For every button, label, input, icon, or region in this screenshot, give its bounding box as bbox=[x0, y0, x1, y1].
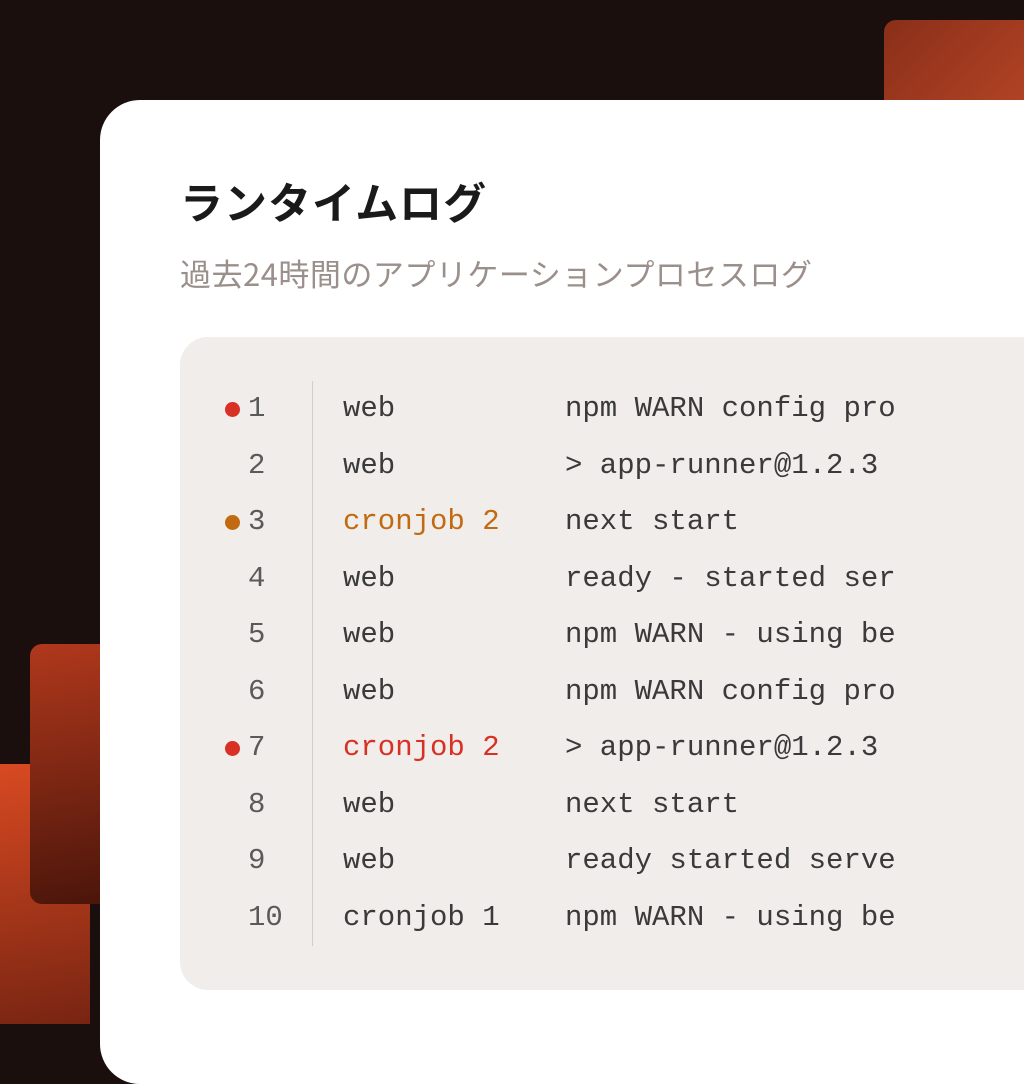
column-divider bbox=[312, 551, 313, 608]
column-divider bbox=[312, 438, 313, 495]
log-source: web bbox=[343, 551, 565, 608]
column-divider bbox=[312, 890, 313, 947]
page-subtitle: 過去24時間のアプリケーションプロセスログ bbox=[180, 250, 1024, 295]
log-card: ランタイムログ 過去24時間のアプリケーションプロセスログ 1webnpm WA… bbox=[100, 100, 1024, 1084]
log-message: npm WARN config pro bbox=[565, 381, 896, 438]
log-message: npm WARN config pro bbox=[565, 664, 896, 721]
log-row[interactable]: 5 webnpm WARN - using be bbox=[216, 607, 1024, 664]
log-source: web bbox=[343, 664, 565, 721]
line-number: 7 bbox=[248, 720, 312, 777]
log-row[interactable]: 1 webnpm WARN config pro bbox=[216, 381, 1024, 438]
log-panel: 1webnpm WARN config pro2web> app-runner@… bbox=[180, 337, 1024, 990]
log-source: web bbox=[343, 607, 565, 664]
log-message: next start bbox=[565, 494, 739, 551]
column-divider bbox=[312, 607, 313, 664]
log-row[interactable]: 2 web> app-runner@1.2.3 bbox=[216, 438, 1024, 495]
log-source: cronjob 1 bbox=[343, 890, 565, 947]
log-source: cronjob 2 bbox=[343, 720, 565, 777]
log-row[interactable]: 4 webready - started ser bbox=[216, 551, 1024, 608]
line-number: 1 bbox=[248, 381, 312, 438]
log-message: npm WARN - using be bbox=[565, 607, 896, 664]
log-source: cronjob 2 bbox=[343, 494, 565, 551]
log-source: web bbox=[343, 833, 565, 890]
column-divider bbox=[312, 720, 313, 777]
status-dot-column bbox=[216, 402, 248, 417]
status-dot-icon bbox=[225, 402, 240, 417]
log-message: > app-runner@1.2.3 bbox=[565, 720, 878, 777]
log-message: ready - started ser bbox=[565, 551, 896, 608]
status-dot-icon bbox=[225, 741, 240, 756]
line-number: 10 bbox=[248, 890, 312, 947]
column-divider bbox=[312, 381, 313, 438]
line-number: 6 bbox=[248, 664, 312, 721]
log-row[interactable]: 10 cronjob 1npm WARN - using be bbox=[216, 890, 1024, 947]
log-message: next start bbox=[565, 777, 739, 834]
line-number: 3 bbox=[248, 494, 312, 551]
line-number: 9 bbox=[248, 833, 312, 890]
log-source: web bbox=[343, 777, 565, 834]
status-dot-column bbox=[216, 741, 248, 756]
log-message: > app-runner@1.2.3 bbox=[565, 438, 878, 495]
line-number: 2 bbox=[248, 438, 312, 495]
column-divider bbox=[312, 777, 313, 834]
line-number: 5 bbox=[248, 607, 312, 664]
line-number: 8 bbox=[248, 777, 312, 834]
log-row[interactable]: 7 cronjob 2> app-runner@1.2.3 bbox=[216, 720, 1024, 777]
log-row[interactable]: 3 cronjob 2next start bbox=[216, 494, 1024, 551]
log-row[interactable]: 9 webready started serve bbox=[216, 833, 1024, 890]
page-title: ランタイムログ bbox=[180, 170, 1024, 232]
column-divider bbox=[312, 664, 313, 721]
log-source: web bbox=[343, 438, 565, 495]
column-divider bbox=[312, 833, 313, 890]
status-dot-icon bbox=[225, 515, 240, 530]
status-dot-column bbox=[216, 515, 248, 530]
log-row[interactable]: 8 webnext start bbox=[216, 777, 1024, 834]
column-divider bbox=[312, 494, 313, 551]
line-number: 4 bbox=[248, 551, 312, 608]
log-source: web bbox=[343, 381, 565, 438]
log-row[interactable]: 6 webnpm WARN config pro bbox=[216, 664, 1024, 721]
log-message: ready started serve bbox=[565, 833, 896, 890]
log-message: npm WARN - using be bbox=[565, 890, 896, 947]
